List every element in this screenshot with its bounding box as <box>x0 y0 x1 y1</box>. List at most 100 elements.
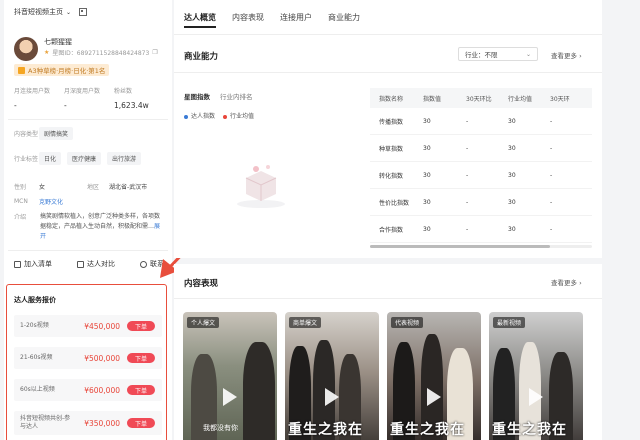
stat-value: - <box>14 101 17 110</box>
table-cell: 30 <box>508 144 516 152</box>
tab-content[interactable]: 内容表现 <box>232 12 264 23</box>
industry-tag: 医疗健康 <box>67 152 102 165</box>
trophy-icon <box>18 66 25 74</box>
rank-badge-text: A3种草榜·月榜·日化·第1名 <box>28 67 106 75</box>
gender-region-row: 性别 女 地区 湖北省-武汉市 <box>14 182 147 191</box>
video-card[interactable]: 代表视频 重生之我在 <box>387 312 481 440</box>
divider <box>174 298 602 299</box>
order-button[interactable]: 下单 <box>127 418 155 428</box>
stat-monthly-connected: 月连接用户数 - <box>14 86 64 110</box>
table-header-cell: 30天环比 <box>466 95 492 103</box>
content-performance-card: 内容表现 查看更多 › 个人爆文 我都没有你 商单爆文 重生之我在 代表视频 重… <box>174 264 602 440</box>
play-icon <box>427 388 441 406</box>
compare-button[interactable]: 达人对比 <box>77 259 115 269</box>
content-type-label: 内容类型 <box>14 131 39 138</box>
table-cell: - <box>550 144 553 152</box>
order-button[interactable]: 下单 <box>127 321 155 331</box>
business-see-more-link[interactable]: 查看更多 › <box>551 50 582 60</box>
pricing-title: 达人服务报价 <box>14 296 56 304</box>
qr-code-icon[interactable] <box>79 8 88 16</box>
account-selector[interactable]: 抖音短视频主页 ⌄ <box>4 0 172 24</box>
stat-value: 1,623.4w <box>114 101 149 110</box>
video-badge: 代表视频 <box>391 317 424 328</box>
stat-label: 月连接用户数 <box>14 88 51 95</box>
divider <box>174 34 602 35</box>
legend-dot-blue <box>184 114 188 119</box>
add-to-list-button[interactable]: 加入清单 <box>14 259 52 269</box>
divider <box>8 119 168 120</box>
chevron-down-icon: ⌄ <box>66 8 72 16</box>
industry-tag: 日化 <box>39 152 62 165</box>
tab-star-index[interactable]: 星图指数 <box>184 91 210 101</box>
rank-badge[interactable]: A3种草榜·月榜·日化·第1名 <box>14 64 110 76</box>
stat-label: 月深度用户数 <box>64 88 101 95</box>
price-row: 1-20s视频 ¥450,000 下单 <box>14 315 162 337</box>
service-pricing-panel: 达人服务报价 1-20s视频 ¥450,000 下单 21-60s视频 ¥500… <box>6 284 167 440</box>
table-cell: 30 <box>508 198 516 206</box>
industry-select[interactable]: 行业：不限 ⌄ <box>458 47 538 61</box>
scrollbar-thumb[interactable] <box>370 245 550 248</box>
table-cell: 30 <box>508 117 516 125</box>
legend-average: 行业均值 <box>223 111 254 120</box>
video-figure <box>243 342 275 440</box>
video-badge: 个人爆文 <box>187 317 220 328</box>
chevron-down-icon: ⌄ <box>525 50 531 58</box>
table-cell: - <box>550 171 553 179</box>
profile-id-text: 星图ID：6892711528848424873 <box>52 50 150 57</box>
compare-label: 达人对比 <box>87 260 115 268</box>
video-badge: 商单爆文 <box>289 317 322 328</box>
video-caption: 重生之我在 <box>390 422 465 438</box>
industry-select-value: 行业：不限 <box>465 51 498 59</box>
action-bar: 加入清单 达人对比 联系 <box>14 259 164 269</box>
legend-self-label: 达人指数 <box>191 113 216 120</box>
stats-row: 月连接用户数 - 月深度用户数 - 粉丝数 1,623.4w <box>14 86 164 110</box>
content-see-more-link[interactable]: 查看更多 › <box>551 277 582 287</box>
table-cell: - <box>466 117 469 125</box>
industry-tag: 出行旅游 <box>107 152 142 165</box>
video-card[interactable]: 最新视频 重生之我在 <box>489 312 583 440</box>
copy-icon[interactable]: ❐ <box>152 49 157 56</box>
stat-monthly-deep: 月深度用户数 - <box>64 86 114 110</box>
legend-dot-red <box>223 114 228 119</box>
profile-id: ★ 星图ID：6892711528848424873 ❐ <box>44 48 158 57</box>
table-scrollbar[interactable] <box>370 245 592 248</box>
compare-icon <box>77 260 84 268</box>
video-caption: 重生之我在 <box>288 422 363 438</box>
price-value: ¥500,000 <box>84 353 120 363</box>
order-button[interactable]: 下单 <box>127 385 155 395</box>
play-icon <box>325 388 339 406</box>
table-cell: 30 <box>423 171 431 179</box>
stat-followers: 粉丝数 1,623.4w <box>114 86 164 110</box>
tab-overview[interactable]: 达人概览 <box>184 12 216 28</box>
tab-connected-users[interactable]: 连接用户 <box>280 12 312 23</box>
tab-industry-rank[interactable]: 行业内排名 <box>220 91 253 101</box>
mcn-link[interactable]: 克野文化 <box>39 197 63 206</box>
business-title: 商业能力 <box>184 52 219 62</box>
empty-state-illustration <box>237 165 285 208</box>
table-header-cell: 指数名称 <box>379 95 404 103</box>
video-card[interactable]: 商单爆文 重生之我在 <box>285 312 379 440</box>
main-tabs: 达人概览 内容表现 连接用户 商业能力 <box>184 12 360 28</box>
table-cell: 30 <box>508 171 516 179</box>
list-icon <box>14 260 21 268</box>
profile-header: 七颗猩猩 ★ 星图ID：6892711528848424873 ❐ A3种草榜·… <box>14 37 164 77</box>
table-cell: 30 <box>423 198 431 206</box>
table-cell: 30 <box>423 144 431 152</box>
table-cell: - <box>466 144 469 152</box>
divider <box>174 72 602 73</box>
content-type-tag: 剧情搞笑 <box>39 127 74 140</box>
table-row: 性价比指数 30 - 30 - <box>370 189 592 216</box>
price-row: 抖音短视频共创-参与达人 ¥350,000 下单 <box>14 411 162 435</box>
divider <box>8 250 168 251</box>
table-cell: 30 <box>508 225 516 233</box>
region-label: 地区 <box>87 184 100 191</box>
table-header-cell: 30天环 <box>550 95 570 103</box>
intro-text: 搞笑剧情软植入，创意广泛种类多样，各项数据稳定，产品植入生动自然，积极配和需…展… <box>40 213 161 240</box>
table-cell: 传播指数 <box>379 118 404 126</box>
tab-business[interactable]: 商业能力 <box>328 12 360 23</box>
gender-label: 性别 <box>14 184 27 191</box>
industry-row: 行业标签 日化 医疗健康 出行旅游 <box>14 152 147 165</box>
video-card[interactable]: 个人爆文 我都没有你 <box>183 312 277 440</box>
order-button[interactable]: 下单 <box>127 353 155 363</box>
legend-self: 达人指数 <box>184 111 215 120</box>
